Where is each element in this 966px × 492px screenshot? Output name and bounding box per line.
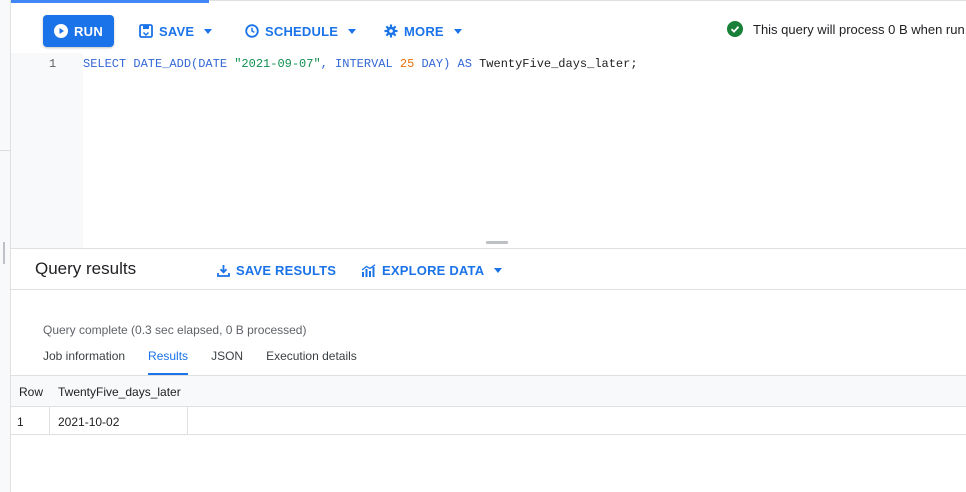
more-label: MORE (404, 23, 444, 39)
column-header-row: Row (19, 385, 44, 399)
row-number: 1 (17, 415, 24, 429)
clock-icon (245, 24, 259, 38)
save-icon (139, 24, 153, 38)
cell-value: 2021-10-02 (58, 415, 120, 429)
query-validation-status: This query will process 0 B when run. (727, 17, 966, 41)
chart-icon (361, 263, 376, 277)
left-rail (0, 0, 11, 492)
play-icon (53, 24, 68, 38)
code-identifier: TwentyFive_days_later; (479, 57, 638, 71)
more-button[interactable]: MORE (384, 15, 462, 47)
code-keyword: DAY) AS (414, 57, 480, 71)
save-results-button[interactable]: SAVE RESULTS (217, 261, 336, 279)
run-button[interactable]: RUN (43, 15, 114, 47)
rail-divider (0, 150, 10, 151)
line-gutter: 1 (11, 53, 83, 248)
download-icon (217, 264, 230, 277)
chevron-down-icon (494, 267, 503, 273)
tab-execution-details[interactable]: Execution details (266, 349, 357, 375)
query-toolbar: RUN SAVE SCHEDULE MORE This query will p… (11, 3, 966, 53)
line-number: 1 (49, 57, 57, 71)
table-row: 1 2021-10-02 (11, 407, 966, 435)
explore-data-label: EXPLORE DATA (382, 262, 485, 278)
run-label: RUN (73, 23, 104, 39)
schedule-label: SCHEDULE (265, 23, 339, 39)
tab-job-information[interactable]: Job information (43, 349, 125, 375)
code-keyword: , INTERVAL (320, 57, 400, 71)
gear-icon (384, 24, 398, 38)
results-title: Query results (35, 259, 137, 278)
column-header-value[interactable]: TwentyFive_days_later (58, 385, 181, 399)
status-text: This query will process 0 B when run. (753, 21, 966, 37)
tab-results[interactable]: Results (148, 349, 189, 375)
results-table: Row TwentyFive_days_later 1 2021-10-02 (11, 375, 966, 435)
tab-json[interactable]: JSON (211, 349, 243, 375)
results-tabs: Job information Results JSON Execution d… (43, 349, 380, 375)
save-button[interactable]: SAVE (139, 15, 213, 47)
table-cell[interactable]: 2021-10-02 (49, 407, 188, 434)
top-divider (209, 0, 966, 1)
panel-resize-grip[interactable] (3, 242, 5, 264)
save-results-label: SAVE RESULTS (236, 262, 337, 278)
sql-editor[interactable]: 1 SELECT DATE_ADD(DATE "2021-09-07", INT… (11, 53, 966, 248)
code-line[interactable]: SELECT DATE_ADD(DATE "2021-09-07", INTER… (83, 57, 638, 71)
save-label: SAVE (159, 23, 195, 39)
chevron-down-icon (204, 28, 213, 34)
code-string: "2021-09-07" (234, 57, 321, 71)
code-keyword: SELECT DATE_ADD(DATE (83, 57, 235, 71)
query-complete-status: Query complete (0.3 sec elapsed, 0 B pro… (43, 323, 307, 337)
schedule-button[interactable]: SCHEDULE (245, 15, 357, 47)
explore-data-button[interactable]: EXPLORE DATA (361, 261, 503, 279)
editor-resize-handle[interactable] (486, 241, 508, 244)
table-header: Row TwentyFive_days_later (11, 375, 966, 407)
check-circle-icon (727, 21, 743, 37)
results-header: Query results SAVE RESULTS EXPLORE DATA (11, 249, 966, 290)
chevron-down-icon (348, 28, 357, 34)
code-number: 25 (399, 57, 415, 71)
chevron-down-icon (453, 28, 462, 34)
